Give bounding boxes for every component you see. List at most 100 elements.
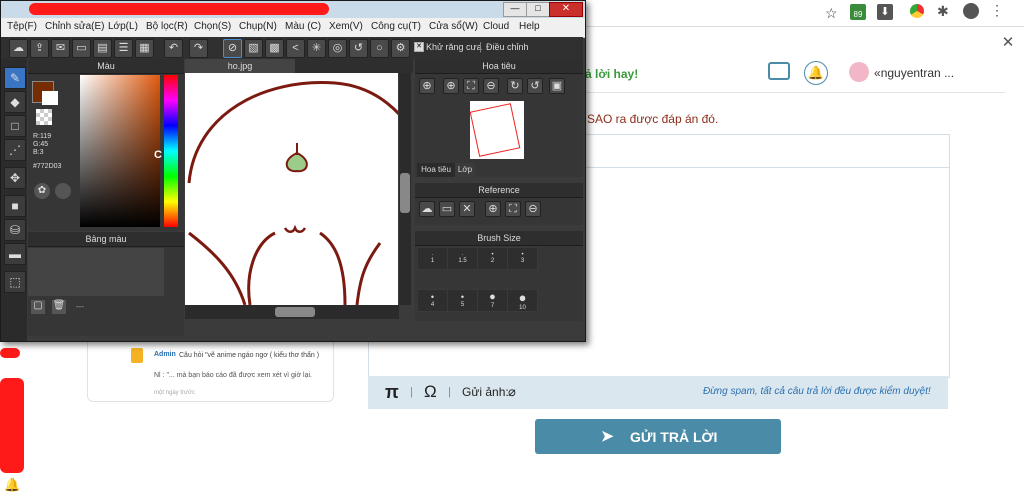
- perspective-snap-icon[interactable]: <: [286, 39, 305, 58]
- bucket-tool-icon[interactable]: ⛁: [4, 219, 26, 241]
- saturation-picker[interactable]: [80, 75, 160, 227]
- zoom-out-icon[interactable]: ⊖: [525, 201, 541, 217]
- settings-icon[interactable]: ⚙: [391, 39, 410, 58]
- brush-size-cell[interactable]: • 2: [477, 247, 508, 270]
- redo-icon[interactable]: ↷: [189, 39, 208, 58]
- hex-value[interactable]: #772D03: [33, 163, 61, 170]
- brush-size-cell[interactable]: • 4: [417, 289, 448, 312]
- menu-cloud[interactable]: Cloud: [483, 21, 509, 32]
- folder-icon[interactable]: ▭: [439, 201, 455, 217]
- menu-help[interactable]: Help: [519, 21, 540, 32]
- bell-icon[interactable]: 🔔: [4, 477, 20, 493]
- dot-tool-icon[interactable]: ⋰: [4, 139, 26, 161]
- more-icon[interactable]: ⋮: [990, 2, 1004, 19]
- hue-slider[interactable]: [164, 75, 178, 227]
- scroll-thumb[interactable]: [400, 173, 410, 213]
- cloud-icon[interactable]: ☁: [9, 39, 28, 58]
- star-icon[interactable]: ☆: [825, 5, 838, 22]
- menu-tools[interactable]: Công cụ(T): [371, 21, 421, 32]
- chat-icon[interactable]: ▭: [72, 39, 91, 58]
- omega-button[interactable]: Ω: [424, 382, 437, 402]
- move-tool-icon[interactable]: ✥: [4, 167, 26, 189]
- menu-color[interactable]: Màu (C): [285, 21, 321, 32]
- select-tool-icon[interactable]: ⬚: [4, 271, 26, 293]
- maximize-button[interactable]: □: [526, 2, 550, 17]
- chrome-icon[interactable]: [910, 4, 924, 18]
- chat-icon[interactable]: [768, 62, 790, 80]
- close-icon[interactable]: ✕: [1000, 33, 1016, 51]
- eyedropper-icon[interactable]: [55, 183, 71, 199]
- menu-snap[interactable]: Chụp(N): [239, 21, 277, 32]
- zoom-in-icon[interactable]: ⊕: [443, 78, 459, 94]
- undo-icon[interactable]: ↶: [164, 39, 183, 58]
- parallel-snap-icon[interactable]: ▧: [244, 39, 263, 58]
- navigator-preview[interactable]: [469, 101, 524, 159]
- canvas-tab[interactable]: ho.jpg: [185, 59, 295, 73]
- new-palette-icon[interactable]: ▢: [31, 300, 45, 314]
- transparent-swatch[interactable]: [36, 109, 52, 125]
- account-icon[interactable]: [963, 3, 979, 19]
- curve-snap-icon[interactable]: ↺: [349, 39, 368, 58]
- drawing-canvas[interactable]: [185, 73, 398, 305]
- username[interactable]: «nguyentran ...: [874, 66, 954, 80]
- fit-icon[interactable]: ⛶: [505, 201, 521, 217]
- close-button[interactable]: ✕: [549, 2, 583, 17]
- download-icon[interactable]: ⬇: [877, 4, 893, 20]
- menu-view[interactable]: Xem(V): [329, 21, 363, 32]
- fill-rect-icon[interactable]: ■: [4, 195, 26, 217]
- circle-snap-icon[interactable]: ◎: [328, 39, 347, 58]
- avatar[interactable]: [849, 62, 869, 82]
- viewport-frame[interactable]: [469, 103, 521, 157]
- cloud-icon[interactable]: ☁: [419, 201, 435, 217]
- no-snap-icon[interactable]: ⊘: [223, 39, 242, 58]
- canvas-horizontal-scrollbar[interactable]: [185, 305, 399, 319]
- radial-snap-icon[interactable]: ✳: [307, 39, 326, 58]
- zoom-in-icon[interactable]: ⊕: [419, 78, 435, 94]
- rectangle-tool-icon[interactable]: □: [4, 115, 26, 137]
- grid-icon[interactable]: ▦: [135, 39, 154, 58]
- extension-badge-icon[interactable]: 89: [850, 4, 866, 20]
- bell-icon[interactable]: 🔔: [804, 61, 828, 85]
- menu-select[interactable]: Chọn(S): [194, 21, 231, 32]
- brush-tool-icon[interactable]: ✎: [4, 67, 26, 89]
- rotate-icon[interactable]: ↻: [507, 78, 523, 94]
- gradient-tool-icon[interactable]: ▬: [4, 243, 26, 265]
- zoom-out-icon[interactable]: ⊖: [483, 78, 499, 94]
- brush-size-cell[interactable]: • 3: [507, 247, 538, 270]
- palette-icon[interactable]: ✿: [34, 183, 50, 199]
- brush-size-cell[interactable]: · 1.5: [447, 247, 478, 270]
- menu-filter[interactable]: Bộ lọc(R): [146, 21, 188, 32]
- adjust-label[interactable]: Điều chỉnh: [486, 42, 529, 52]
- share-icon[interactable]: ⇪: [30, 39, 49, 58]
- menu-edit[interactable]: Chỉnh sửa(E): [45, 21, 105, 32]
- brush-size-cell[interactable]: • 5: [447, 289, 478, 312]
- menu-layer[interactable]: Lớp(L): [108, 21, 138, 32]
- brush-size-cell[interactable]: · 1: [417, 247, 448, 270]
- trash-icon[interactable]: 🗑: [52, 300, 66, 314]
- eraser-tool-icon[interactable]: ◆: [4, 91, 26, 113]
- rotate-icon[interactable]: ↺: [527, 78, 543, 94]
- close-icon[interactable]: ✕: [459, 201, 475, 217]
- grid-snap-icon[interactable]: ▩: [265, 39, 284, 58]
- canvas-vertical-scrollbar[interactable]: [399, 73, 411, 305]
- brush-size-cell[interactable]: ● 7: [477, 289, 508, 312]
- scroll-thumb[interactable]: [275, 307, 315, 317]
- menu-window[interactable]: Cửa sổ(W): [429, 21, 478, 32]
- ellipse-snap-icon[interactable]: ○: [370, 39, 389, 58]
- tab-navigator[interactable]: Hoa tiêu: [417, 163, 455, 177]
- comment-icon[interactable]: ✉: [51, 39, 70, 58]
- fit-icon[interactable]: ⛶: [463, 78, 479, 94]
- puzzle-icon[interactable]: ✱: [937, 3, 949, 20]
- menu-file[interactable]: Tệp(F): [7, 21, 37, 32]
- list-icon[interactable]: ☰: [114, 39, 133, 58]
- antialias-checkbox[interactable]: ✕: [414, 42, 424, 52]
- pi-button[interactable]: π: [385, 382, 399, 403]
- minimize-button[interactable]: —: [503, 2, 527, 17]
- tab-layer[interactable]: Lớp: [455, 163, 475, 177]
- paperclip-icon[interactable]: ⌀: [508, 384, 516, 400]
- send-answer-button[interactable]: ➤ GỬI TRẢ LỜI: [535, 419, 781, 454]
- palette-area[interactable]: [28, 248, 164, 296]
- document-icon[interactable]: ▤: [93, 39, 112, 58]
- admin-name[interactable]: Admin: [154, 351, 176, 358]
- zoom-in-icon[interactable]: ⊕: [485, 201, 501, 217]
